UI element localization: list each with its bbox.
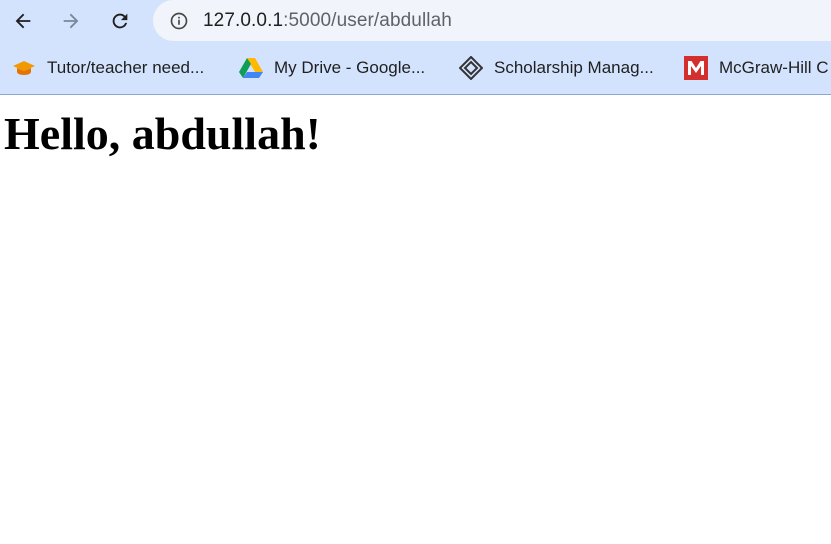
- google-drive-icon: [239, 56, 263, 80]
- browser-chrome: 127.0.0.1:5000/user/abdullah Tutor/teach…: [0, 0, 831, 95]
- site-info-icon[interactable]: [169, 11, 189, 31]
- bookmark-scholarship[interactable]: Scholarship Manag...: [459, 55, 654, 81]
- diamond-logo-icon: [459, 56, 483, 80]
- reload-button[interactable]: [103, 4, 137, 38]
- arrow-left-icon: [15, 13, 31, 29]
- bookmark-label: Tutor/teacher need...: [47, 58, 205, 77]
- graduation-cap-icon: [12, 56, 36, 80]
- arrow-right-icon: [63, 13, 79, 29]
- page-content: Hello, abdullah!: [0, 108, 831, 160]
- url-path: :5000/user/abdullah: [283, 9, 452, 31]
- page-heading: Hello, abdullah!: [4, 108, 321, 159]
- reload-icon: [112, 13, 128, 29]
- forward-button[interactable]: [54, 4, 88, 38]
- bookmark-tutor[interactable]: Tutor/teacher need...: [12, 55, 204, 81]
- bookmark-label: McGraw-Hill C: [719, 58, 829, 77]
- browser-toolbar: 127.0.0.1:5000/user/abdullah: [0, 0, 831, 42]
- address-bar[interactable]: 127.0.0.1:5000/user/abdullah: [153, 0, 831, 41]
- bookmark-my-drive[interactable]: My Drive - Google...: [239, 55, 425, 81]
- mcgraw-hill-icon: [684, 56, 708, 80]
- bookmarks-bar: Tutor/teacher need... My Drive - Google.…: [0, 42, 831, 95]
- bookmark-label: Scholarship Manag...: [494, 58, 654, 77]
- url-text[interactable]: 127.0.0.1:5000/user/abdullah: [203, 10, 452, 32]
- bookmark-mcgraw-hill[interactable]: McGraw-Hill C: [684, 55, 829, 81]
- url-host: 127.0.0.1: [203, 9, 284, 31]
- back-button[interactable]: [6, 4, 40, 38]
- bookmark-label: My Drive - Google...: [274, 58, 426, 77]
